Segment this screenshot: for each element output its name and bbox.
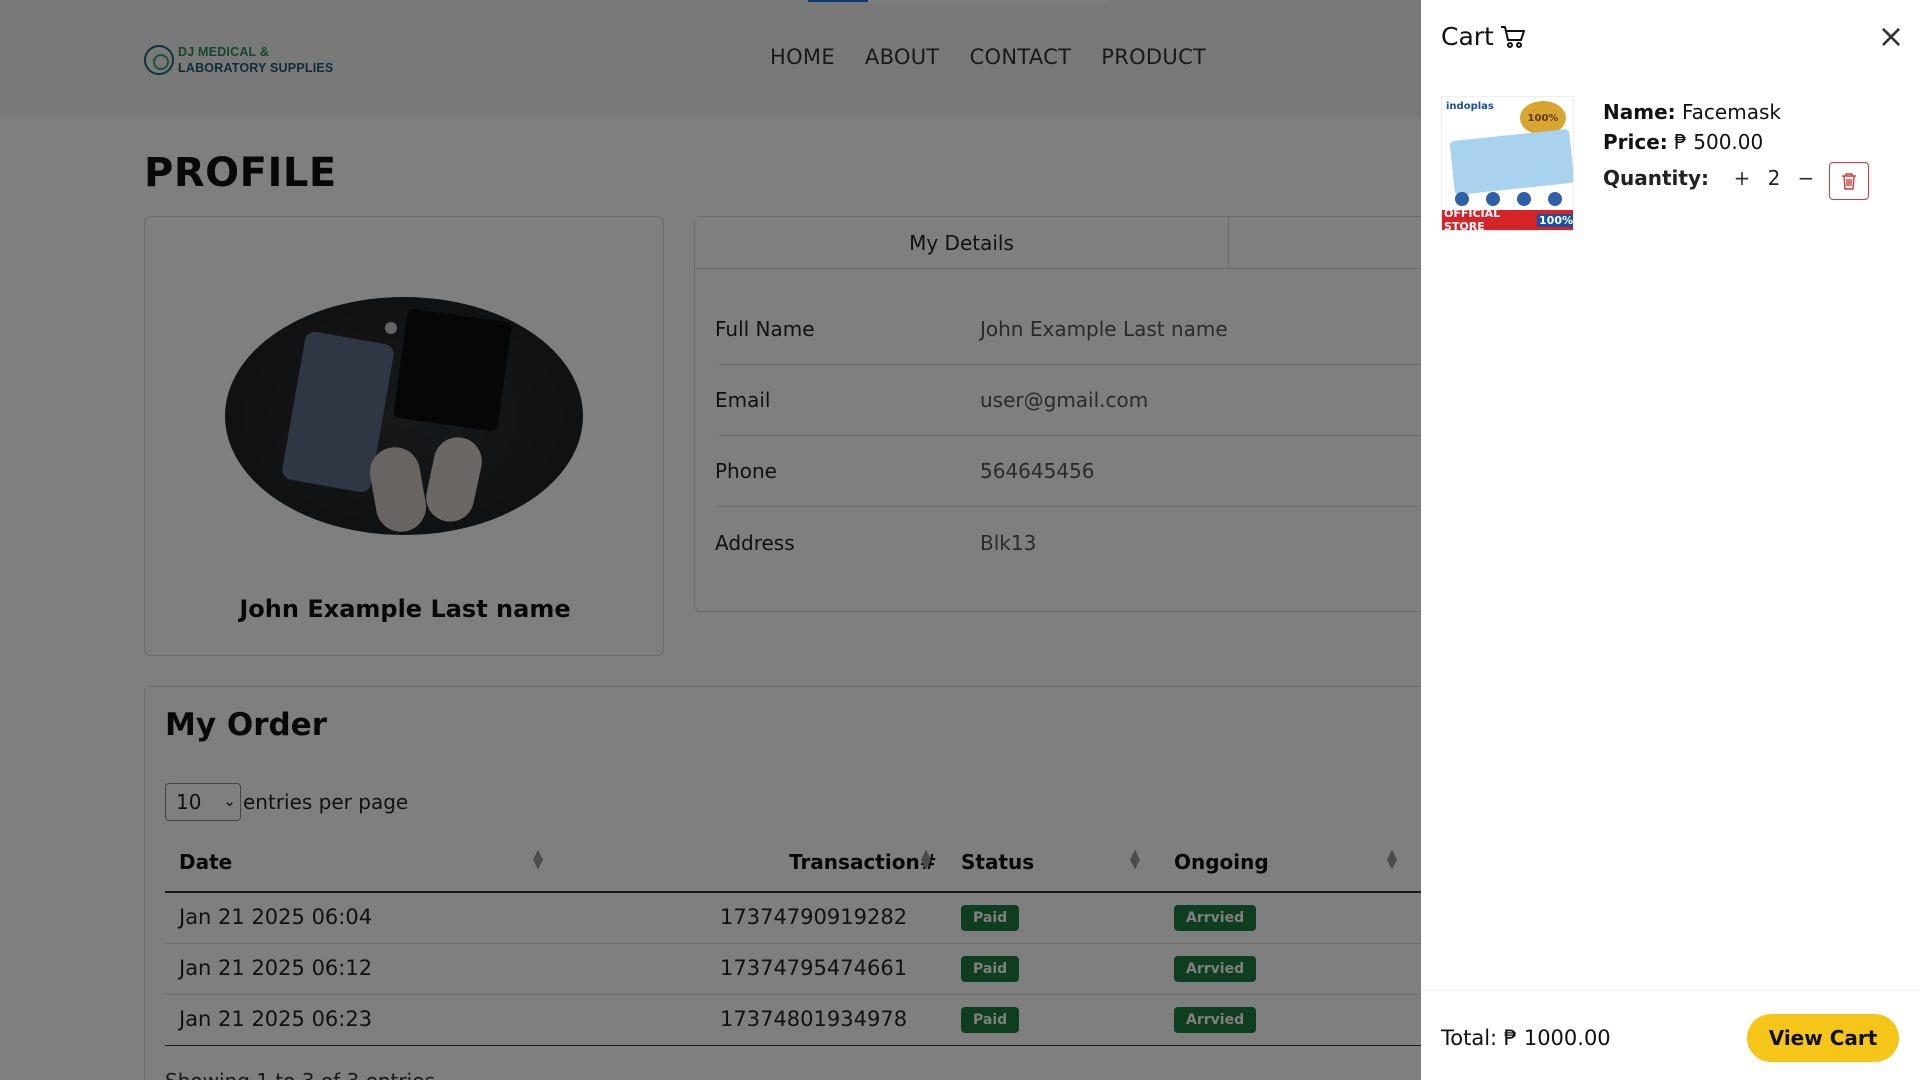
- cart-drawer: Cart × indoplas 100% OFFICIAL STORE 100%…: [1421, 0, 1920, 1080]
- quantity-stepper: Quantity: + 2 −: [1603, 166, 1821, 190]
- cart-icon: [1500, 25, 1525, 48]
- close-icon[interactable]: ×: [1876, 20, 1906, 52]
- quantity-value: 2: [1767, 166, 1781, 190]
- product-image: indoplas 100% OFFICIAL STORE 100%: [1441, 96, 1574, 231]
- increase-quantity-button[interactable]: +: [1727, 166, 1757, 190]
- cart-total: Total: ₱ 1000.00: [1441, 1026, 1611, 1050]
- view-cart-button[interactable]: View Cart: [1747, 1014, 1899, 1062]
- cart-item-name: Name: Facemask: [1603, 100, 1781, 124]
- cart-title: Cart: [1441, 22, 1526, 51]
- cart-item-price: Price: ₱ 500.00: [1603, 130, 1764, 154]
- decrease-quantity-button[interactable]: −: [1791, 166, 1821, 190]
- product-image-brand: indoplas: [1446, 101, 1494, 112]
- remove-item-button[interactable]: [1829, 162, 1869, 200]
- product-image-store: OFFICIAL STORE 100%: [1442, 207, 1573, 231]
- cart-footer: Total: ₱ 1000.00 View Cart: [1421, 990, 1920, 1080]
- trash-icon: [1842, 173, 1856, 190]
